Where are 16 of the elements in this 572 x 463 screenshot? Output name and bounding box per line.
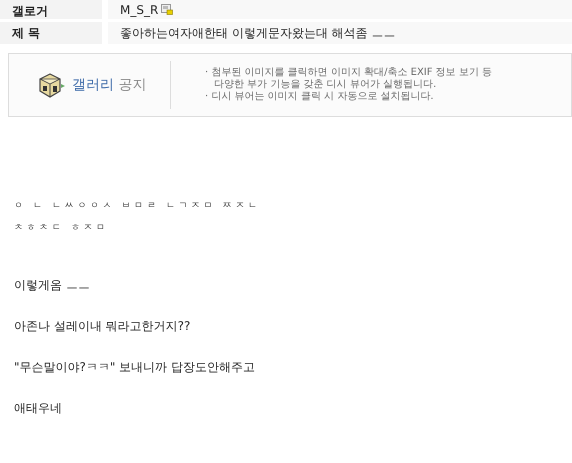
body-text: 애태우네: [14, 400, 63, 416]
body-text: 아존나 설레이내 뭐라고한거지??: [14, 318, 192, 334]
field-label: 갤로거: [0, 0, 102, 19]
body-text: 이렇게옴 ㅡㅡ: [14, 277, 91, 293]
notice-text: · 디시 뷰어는 이미지 클릭 시 자동으로 설치됩니다.: [205, 91, 435, 103]
field-value: M_S_R: [120, 3, 158, 17]
notice-text: 다양한 부가 기능을 갖춘 디시 뷰어가 실행됩니다.: [213, 79, 438, 91]
message-text: ㅇ ㄴ ㄴㅆㅇㅇㅅ ㅂㅁㄹ ㄴㄱㅈㅁ ㅉㅈㄴ: [14, 201, 262, 212]
notice-title: 갤러리 공지: [72, 76, 146, 94]
field-label: 제 목: [0, 22, 102, 44]
body-text: "무슨말이야?ㅋㅋ" 보내니까 답장도안해주고: [14, 359, 256, 375]
profile-lock-icon: [161, 4, 174, 15]
dice-icon: [37, 71, 67, 99]
message-text: ㅊㅎㅊㄷ ㅎㅈㅁ: [14, 223, 110, 234]
field-value: 좋아하는여자애한태 이렇게문자왔는대 해석좀 ㅡㅡ: [120, 25, 396, 42]
notice-text: · 첨부된 이미지를 클릭하면 이미지 확대/축소 EXIF 정보 보기 등: [205, 67, 492, 79]
